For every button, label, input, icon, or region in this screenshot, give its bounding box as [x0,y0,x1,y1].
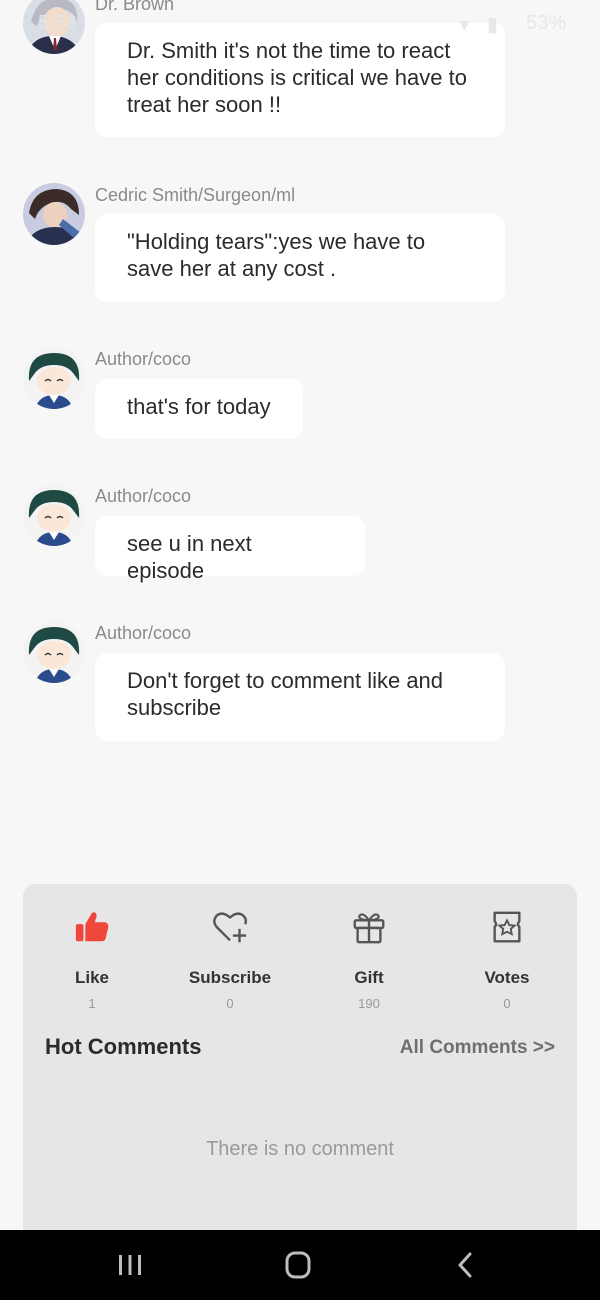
hot-comments-title: Hot Comments [45,1034,202,1059]
avatar-author-coco[interactable] [23,347,85,409]
votes-button[interactable]: Votes 0 [447,908,567,1011]
like-count: 1 [88,996,96,1011]
gift-label: Gift [354,968,384,987]
gift-count: 190 [358,996,380,1011]
heart-plus-icon [213,912,248,943]
chibi-author-icon [23,621,85,683]
vote-ticket-icon [493,911,521,943]
avatar-author-coco[interactable] [23,484,85,546]
avatar-cedric-smith[interactable] [23,183,85,245]
all-comments-link[interactable]: All Comments >> [400,1037,555,1059]
subscribe-button[interactable]: Subscribe 0 [170,908,290,1011]
votes-count: 0 [503,996,511,1011]
doctor-portrait-icon [23,0,85,54]
chat-bubble: see u in next episode [95,516,365,583]
chat-screen: 5:53 ▾ ▮ 53% Dr. Brown Dr. Smith it's no… [0,0,600,1300]
like-label: Like [74,968,110,987]
engagement-panel: Like 1 Subscribe 0 Gift 190 Votes 0 Hot … [23,884,577,1244]
speaker-name: Dr. Brown [95,0,175,14]
speaker-name: Author/coco [95,486,192,506]
battery-level: 53% [525,12,566,34]
speaker-name: Author/coco [95,349,192,369]
chat-bubble: Don't forget to comment like and subscri… [95,653,505,741]
subscribe-count: 0 [226,996,234,1011]
chibi-author-icon [23,484,85,546]
subscribe-label: Subscribe [188,968,272,987]
empty-comments-text: There is no comment [206,1138,394,1160]
avatar-author-coco[interactable] [23,621,85,683]
avatar-dr-brown[interactable] [23,0,85,54]
thumbs-up-icon [75,912,109,942]
back-icon[interactable] [446,1248,486,1282]
like-button[interactable]: Like 1 [32,908,152,1011]
chat-bubble: "Holding tears":yes we have to save her … [95,214,505,302]
chat-bubble: Dr. Smith it's not the time to react her… [95,23,505,137]
speaker-name: Cedric Smith/Surgeon/ml [95,185,296,205]
navigation-bar [0,1230,600,1300]
chat-bubble: that's for today [95,379,303,439]
votes-label: Votes [484,968,530,987]
gift-icon [353,913,385,944]
chibi-author-icon [23,347,85,409]
home-icon[interactable] [278,1248,318,1282]
gift-button[interactable]: Gift 190 [309,908,429,1011]
surgeon-portrait-icon [23,183,85,245]
recent-apps-icon[interactable] [110,1248,150,1282]
speaker-name: Author/coco [95,623,192,643]
